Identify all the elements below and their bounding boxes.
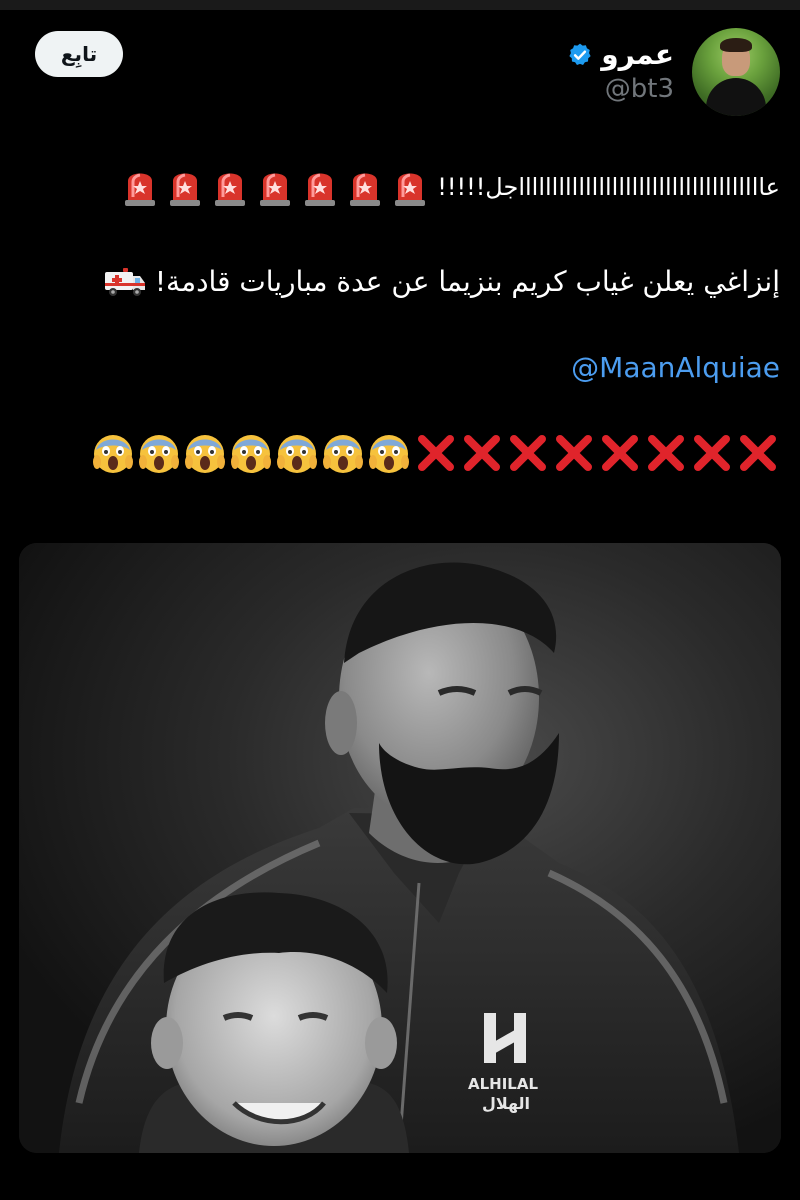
handle[interactable]: @bt3 [567, 74, 674, 104]
police-light-icon [260, 173, 291, 206]
ambulance-icon [104, 268, 145, 296]
police-light-icon [305, 173, 336, 206]
photo-illustration: ALHILAL الهلال [19, 543, 781, 1153]
display-name[interactable]: عمرو [601, 38, 674, 72]
cross-mark-icon [740, 435, 776, 471]
face-screaming-icon [139, 435, 179, 473]
face-screaming-icon [277, 435, 317, 473]
top-divider [0, 0, 800, 10]
police-light-icon [125, 173, 156, 206]
cross-mark-icon [694, 435, 730, 471]
tweet-line-emojis [20, 428, 780, 478]
cross-mark-icon [510, 435, 546, 471]
crest-text-en: ALHILAL [468, 1075, 538, 1093]
tweet-line-breaking: عاااااااااااااااااااااااااااااااااااااجل… [20, 160, 780, 214]
cross-mark-icon [648, 435, 684, 471]
cross-mark-icon [418, 435, 454, 471]
police-light-icon [215, 173, 246, 206]
name-row: عمرو [567, 38, 674, 72]
cross-mark-icon [602, 435, 638, 471]
face-screaming-icon [369, 435, 409, 473]
follow-button[interactable]: تابِع [35, 31, 123, 77]
tweet-line-news: إنزاغي يعلن غياب كريم بنزيما عن عدة مبار… [20, 260, 780, 304]
siren-group [123, 167, 427, 207]
cross-mark-icon [556, 435, 592, 471]
police-light-icon [350, 173, 381, 206]
avatar[interactable] [692, 28, 780, 116]
mention-link[interactable]: @MaanAlquiae [20, 348, 780, 388]
police-light-icon [170, 173, 201, 206]
tweet-text: عاااااااااااااااااااااااااااااااااااااجل… [20, 160, 780, 478]
breaking-text: عاااااااااااااااااااااااااااااااااااااجل… [437, 173, 780, 201]
tweet-photo[interactable]: ALHILAL الهلال [19, 543, 781, 1153]
author-info[interactable]: عمرو @bt3 [567, 38, 674, 104]
face-screaming-icon [93, 435, 133, 473]
verified-badge-icon [569, 43, 591, 65]
avatar-torso [706, 78, 766, 116]
cross-mark-group [414, 431, 780, 475]
news-text: إنزاغي يعلن غياب كريم بنزيما عن عدة مبار… [154, 265, 780, 298]
face-screaming-icon [231, 435, 271, 473]
screaming-face-group [92, 432, 410, 474]
face-screaming-icon [323, 435, 363, 473]
crest-text-ar: الهلال [482, 1094, 530, 1113]
avatar-hair [720, 38, 752, 52]
police-light-icon [395, 173, 426, 206]
face-screaming-icon [185, 435, 225, 473]
cross-mark-icon [464, 435, 500, 471]
tweet-header: عمرو @bt3 تابِع [0, 20, 800, 120]
